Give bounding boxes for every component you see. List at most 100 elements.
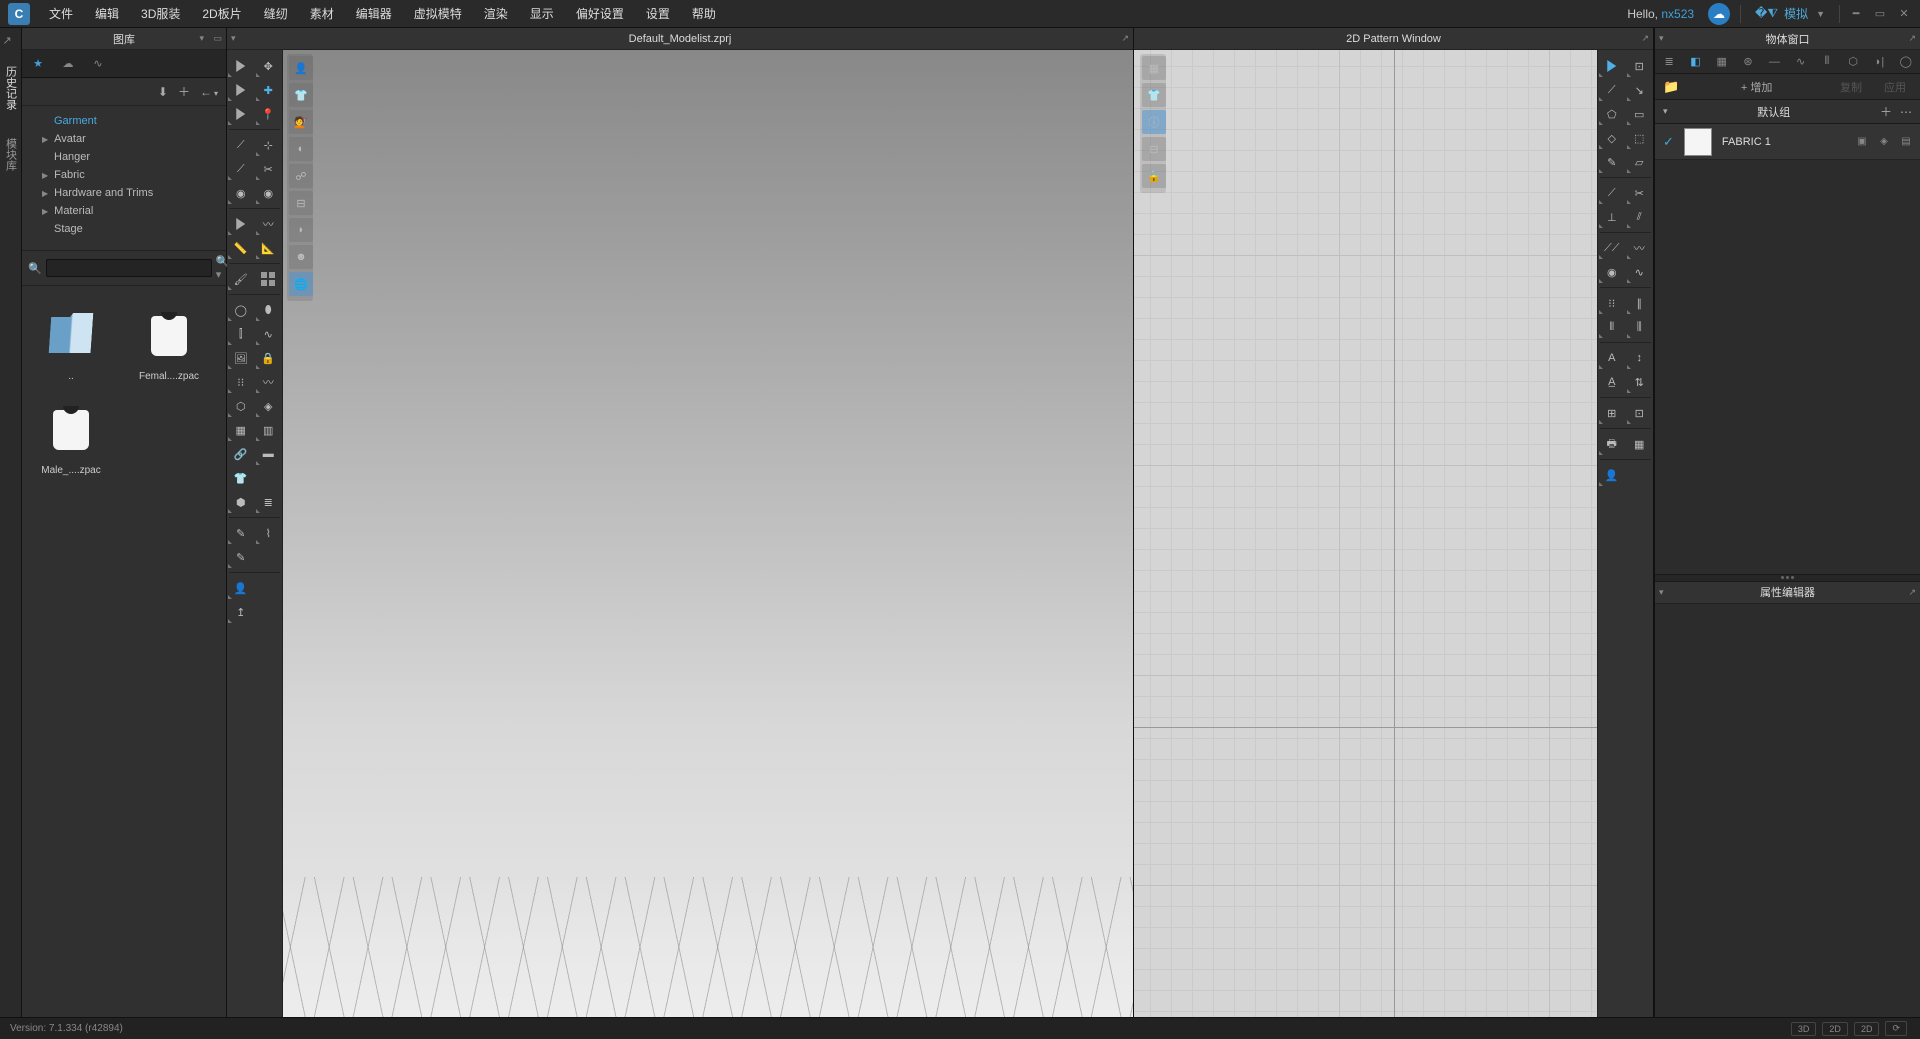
tool-trim-2[interactable]: ◈ — [255, 394, 283, 418]
menu-materials[interactable]: 素材 — [299, 0, 345, 28]
tool-export[interactable]: ↥ — [227, 600, 255, 624]
obj-tab-line-icon[interactable]: — — [1766, 52, 1782, 72]
tool-arrange[interactable] — [227, 102, 255, 126]
menu-render[interactable]: 渲染 — [473, 0, 519, 28]
tool-piping[interactable]: ∿ — [255, 322, 283, 346]
tool-buttonhole[interactable]: ⬮ — [255, 298, 283, 322]
2d-tool-transform[interactable]: ⊡ — [1626, 54, 1654, 78]
3d-canvas[interactable]: ✥ ✚ 📍 ⟋⊹ ⟋✂ ◉◉ 〰 📏📐 🖌 ◯⬮ ⫿∿ 🖼🔒 — [227, 50, 1133, 1017]
obj-tab-mesh-icon[interactable]: ▦ — [1714, 52, 1730, 72]
2d-tool-sewing[interactable]: ⟋⟋ — [1598, 236, 1626, 260]
window-close[interactable]: ✕ — [1894, 6, 1914, 22]
search-icon[interactable]: 🔍 — [28, 262, 42, 275]
tool-gizmo[interactable]: ⊹ — [255, 133, 283, 157]
tool-fold[interactable]: ⟋ — [227, 133, 255, 157]
2d-tool-polygon[interactable]: ⬠ — [1598, 102, 1626, 126]
layout-2d-chip[interactable]: 2D — [1822, 1022, 1848, 1036]
2d-tool-slash[interactable]: ⫽ — [1626, 205, 1654, 229]
tool-shirt[interactable]: 👕 — [227, 466, 255, 490]
2d-tool-pleat-fold[interactable]: ⫼ — [1626, 315, 1654, 339]
avatar-xray-icon[interactable]: ◐ — [289, 137, 313, 161]
app-icon[interactable]: C — [8, 3, 30, 25]
tool-pattern[interactable]: ▦ — [227, 418, 255, 442]
fabric-item[interactable]: ✓ FABRIC 1 ▣ ◈ ▤ — [1655, 124, 1920, 160]
menu-avatar[interactable]: 虚拟模特 — [403, 0, 473, 28]
tool-tack[interactable]: ◉ — [227, 181, 255, 205]
2d-tool-trace[interactable]: ✎ — [1598, 150, 1626, 174]
menu-edit[interactable]: 编辑 — [84, 0, 130, 28]
obj-tab-stitch-icon[interactable]: ⫴ — [1819, 52, 1835, 72]
tree-garment[interactable]: Garment — [22, 112, 226, 130]
avatar-show-icon[interactable]: 👤 — [289, 56, 313, 80]
tool-sewing[interactable]: ⟋ — [227, 157, 255, 181]
tool-zipper[interactable]: ⫿ — [227, 322, 255, 346]
tool-graphic[interactable]: 🖼 — [227, 346, 255, 370]
fabric-action-3-icon[interactable]: ▤ — [1900, 136, 1912, 148]
tool-move[interactable]: ✥ — [255, 54, 283, 78]
tool-smooth[interactable]: ⌇ — [255, 521, 283, 545]
2d-tool-select[interactable] — [1598, 54, 1626, 78]
tool-topstitch[interactable]: ⁝⁝ — [227, 370, 255, 394]
2d-tool-puckering[interactable]: ∿ — [1626, 260, 1654, 284]
2d-tool-seam[interactable]: ⟋ — [1598, 181, 1626, 205]
cloud-icon[interactable]: ☁ — [1708, 3, 1730, 25]
2d-tool-grading[interactable]: ⊞ — [1598, 401, 1626, 425]
tool-edit-line[interactable]: ✎ — [227, 545, 255, 569]
window-maximize[interactable]: ▭ — [1870, 6, 1890, 22]
2d-tool-print[interactable]: 🖶 — [1598, 432, 1626, 456]
tree-hanger[interactable]: Hanger — [22, 148, 226, 166]
obj-tab-sound-icon[interactable]: ◗| — [1871, 52, 1887, 72]
obj-tab-button-icon[interactable]: ◯ — [1898, 52, 1914, 72]
avatar-hair-icon[interactable]: 💇 — [289, 110, 313, 134]
panel-splitter[interactable] — [1655, 574, 1920, 582]
tree-hardware[interactable]: ▶Hardware and Trims — [22, 184, 226, 202]
menu-sewing[interactable]: 缝纫 — [253, 0, 299, 28]
tool-trim[interactable]: ⬡ — [227, 394, 255, 418]
2d-tool-freesewing[interactable]: 〰 — [1626, 236, 1654, 260]
menu-preferences[interactable]: 偏好设置 — [565, 0, 635, 28]
menu-settings[interactable]: 设置 — [635, 0, 681, 28]
2d-tool-avatar[interactable]: 👤 — [1598, 463, 1626, 487]
2d-tool-tack[interactable]: ◉ — [1598, 260, 1626, 284]
2d-tool-internal[interactable]: ⬚ — [1626, 126, 1654, 150]
menu-display[interactable]: 显示 — [519, 0, 565, 28]
window-minimize[interactable]: ━ — [1846, 6, 1866, 22]
2d-lock-icon[interactable]: 🔒 — [1142, 164, 1166, 188]
tool-tack-edit[interactable]: ◉ — [255, 181, 283, 205]
download-icon[interactable]: ⬇ — [158, 85, 168, 99]
add-icon[interactable]: ＋ — [1880, 103, 1892, 120]
2d-baseline-icon[interactable]: ⊟ — [1142, 137, 1166, 161]
open-folder-icon[interactable]: 📁 — [1663, 79, 1679, 95]
tool-pin[interactable]: 📍 — [255, 102, 283, 126]
2d-tool-grading-2[interactable]: ⊡ — [1626, 401, 1654, 425]
lib-tab-wave-icon[interactable]: ∿ — [88, 54, 108, 74]
obj-tab-list-icon[interactable]: ≣ — [1661, 52, 1677, 72]
fabric-group-row[interactable]: ▾ 默认组 ＋ ⋯ — [1655, 100, 1920, 124]
fabric-action-2-icon[interactable]: ◈ — [1878, 136, 1890, 148]
dropdown-icon[interactable]: ▾ — [1659, 587, 1664, 598]
menu-help[interactable]: 帮助 — [681, 0, 727, 28]
avatar-silhouette-icon[interactable]: ◗ — [289, 218, 313, 242]
2d-tool-nested[interactable]: ▦ — [1626, 432, 1654, 456]
tool-measure-2[interactable]: 📐 — [255, 236, 283, 260]
tree-avatar[interactable]: ▶Avatar — [22, 130, 226, 148]
back-arrow-icon[interactable]: ←▾ — [200, 85, 218, 99]
vtab-module-lib[interactable]: 模块库 — [1, 134, 21, 175]
2d-tool-rectangle[interactable]: ▭ — [1626, 102, 1654, 126]
tool-avatar-tape[interactable]: 〰 — [255, 212, 283, 236]
tool-lock[interactable]: 🔒 — [255, 346, 283, 370]
2d-tool-topstitch[interactable]: ⁝⁝ — [1598, 291, 1626, 315]
menu-editor[interactable]: 编辑器 — [345, 0, 403, 28]
tool-sculpt[interactable]: ✎ — [227, 521, 255, 545]
2d-tool-pleat[interactable]: ⫴ — [1598, 315, 1626, 339]
tool-select[interactable] — [227, 54, 255, 78]
library-search-input[interactable] — [46, 259, 212, 277]
popout-icon[interactable]: ↗ — [1908, 587, 1916, 598]
tool-avatar-select[interactable] — [227, 212, 255, 236]
popout-icon[interactable]: ↗ — [1641, 33, 1649, 44]
add-fabric-button[interactable]: + 增加 — [1689, 79, 1824, 95]
obj-tab-seam-icon[interactable]: ∿ — [1792, 52, 1808, 72]
2d-tool-notch[interactable]: ⊥ — [1598, 205, 1626, 229]
popout-icon[interactable]: ↗ — [1908, 33, 1916, 44]
dropdown-icon[interactable]: ▾ — [1659, 33, 1664, 44]
